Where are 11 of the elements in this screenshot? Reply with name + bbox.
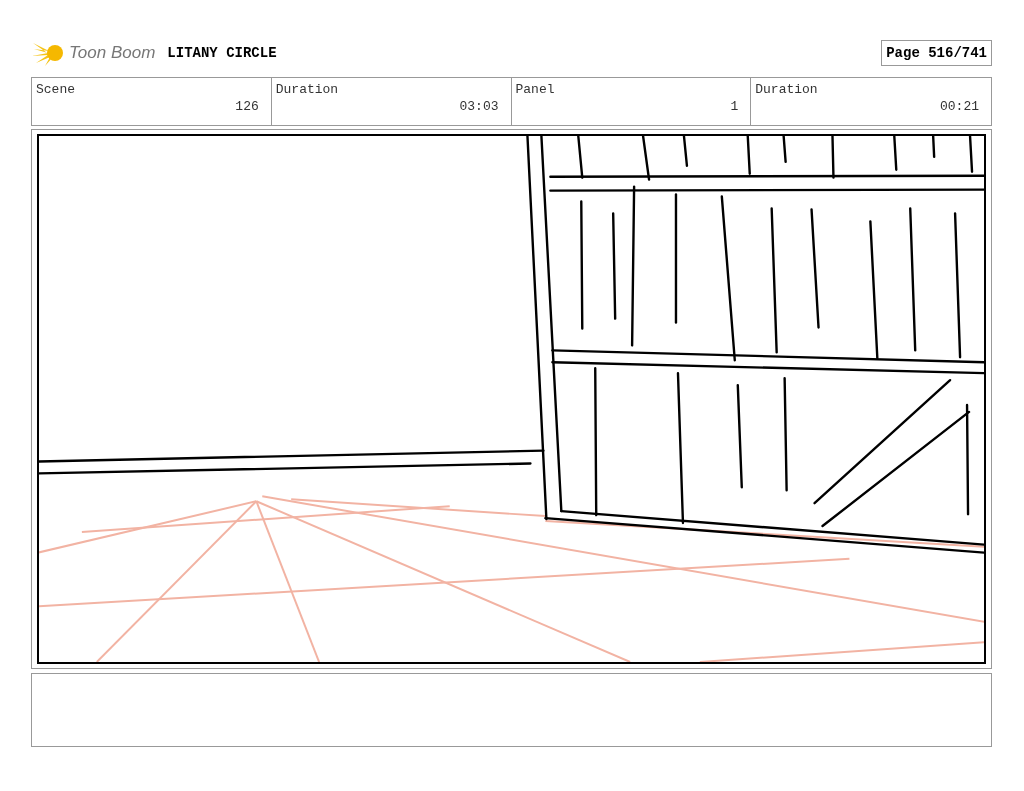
field-label: Scene [36, 82, 76, 97]
field-value: 126 [235, 99, 259, 114]
field-value: 1 [730, 99, 739, 114]
title: LITANY CIRCLE [167, 45, 277, 61]
field-label: Duration [275, 82, 340, 97]
field-label: Panel [515, 82, 556, 97]
page-number: Page 516/741 [881, 40, 992, 66]
field-value: 03:03 [459, 99, 499, 114]
field-label: Duration [755, 82, 819, 97]
field-value: 00:21 [940, 99, 979, 114]
logo-text: Toon Boom [69, 43, 156, 63]
